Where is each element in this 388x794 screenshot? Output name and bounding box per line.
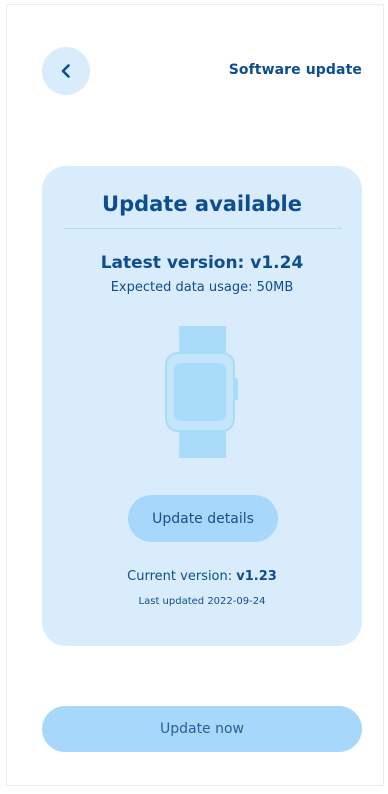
update-details-button[interactable]: Update details bbox=[128, 495, 278, 542]
smartwatch-icon bbox=[165, 326, 238, 458]
current-version-value: v1.23 bbox=[236, 569, 277, 584]
chevron-left-icon bbox=[61, 64, 70, 78]
card-title: Update available bbox=[102, 192, 302, 216]
data-usage: Expected data usage: 50MB bbox=[110, 280, 294, 295]
divider bbox=[64, 228, 342, 229]
update-now-button[interactable]: Update now bbox=[42, 706, 362, 752]
current-version: Current version: v1.23 bbox=[42, 569, 362, 584]
last-updated: Last updated 2022-09-24 bbox=[138, 596, 266, 607]
update-card: Update available Latest version: v1.24 E… bbox=[42, 166, 362, 646]
back-button[interactable] bbox=[42, 47, 90, 95]
current-version-label: Current version: bbox=[127, 569, 237, 584]
page-title: Software update bbox=[228, 62, 362, 78]
latest-version: Latest version: v1.24 bbox=[100, 253, 304, 273]
